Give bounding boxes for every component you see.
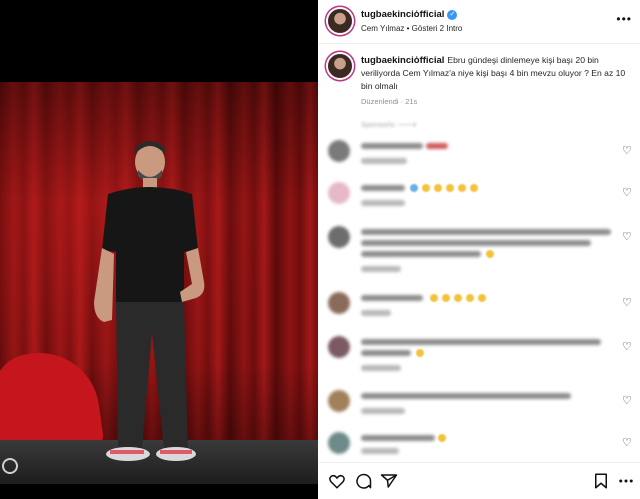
username[interactable]: tugbaekinciȯfficial (361, 9, 444, 20)
heart-icon[interactable]: ♡ (622, 187, 634, 199)
comment-icon[interactable] (354, 472, 372, 490)
list-item: ♡ (318, 182, 640, 218)
post-action-bar (318, 462, 640, 499)
play-circle-icon[interactable] (2, 458, 18, 474)
list-item: ♡ (318, 336, 640, 380)
heart-icon[interactable]: ♡ (622, 437, 634, 449)
avatar[interactable] (328, 432, 350, 454)
more-options-icon[interactable] (617, 472, 635, 490)
post-detail-panel: tugbaekinciȯfficial ✓ Cem Yılmaz • Göst… (318, 0, 640, 499)
list-item: ♡ (318, 140, 640, 176)
comments-section-label: Sponsorlu 🡒 (361, 120, 417, 129)
more-options-icon[interactable]: ••• (616, 12, 632, 26)
list-item: ♡ (318, 390, 640, 426)
heart-icon[interactable] (328, 472, 346, 490)
avatar[interactable] (328, 140, 350, 162)
verified-badge-icon: ✓ (447, 9, 458, 20)
avatar[interactable] (328, 226, 350, 248)
avatar[interactable] (328, 292, 350, 314)
post-media[interactable] (0, 0, 318, 499)
comedian-figure (94, 141, 205, 461)
list-item: ♡ (318, 292, 640, 328)
avatar[interactable] (328, 182, 350, 204)
caption-avatar[interactable] (328, 54, 352, 78)
avatar[interactable] (328, 390, 350, 412)
heart-icon[interactable]: ♡ (622, 297, 634, 309)
avatar[interactable] (328, 336, 350, 358)
heart-icon[interactable]: ♡ (622, 231, 634, 243)
heart-icon[interactable]: ♡ (622, 395, 634, 407)
list-item: ♡ (318, 226, 640, 278)
caption-meta: Düzenlendi · 21s (361, 97, 418, 106)
avatar[interactable] (328, 9, 352, 33)
post-subtitle[interactable]: Cem Yılmaz • Gösteri 2 Intro (361, 24, 462, 33)
header-user[interactable]: tugbaekinciȯfficial ✓ (361, 9, 458, 20)
share-icon[interactable] (380, 472, 398, 490)
bookmark-icon[interactable] (592, 472, 610, 490)
heart-icon[interactable]: ♡ (622, 145, 634, 157)
heart-icon[interactable]: ♡ (622, 341, 634, 353)
caption-username[interactable]: tugbaekinciȯfficial (361, 55, 444, 66)
stage-photo (0, 82, 318, 484)
post-caption: tugbaekinciȯfficial Ebru gündeşi dinleme… (361, 54, 629, 93)
post-header: tugbaekinciȯfficial ✓ Cem Yılmaz • Göst… (318, 0, 640, 44)
